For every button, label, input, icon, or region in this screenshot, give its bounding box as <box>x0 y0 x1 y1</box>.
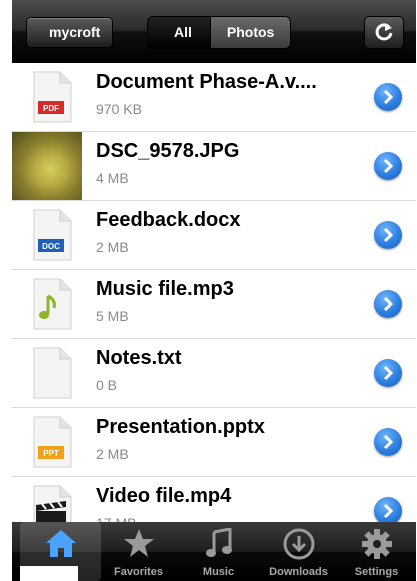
detail-disclosure-icon[interactable] <box>374 83 402 111</box>
ppt-badge-text: PPT <box>43 449 59 458</box>
detail-disclosure-icon[interactable] <box>374 428 402 456</box>
back-button[interactable]: mycroft <box>26 17 114 48</box>
star-icon <box>123 529 154 557</box>
file-size: 970 KB <box>96 101 142 117</box>
tab-music[interactable]: Music <box>178 522 259 581</box>
refresh-icon <box>375 23 393 41</box>
ppt-file-icon: PPT <box>33 416 72 468</box>
text-file-icon <box>33 347 72 399</box>
music-file-icon <box>33 278 72 330</box>
tab-favorites-label: Favorites <box>114 566 163 578</box>
tab-downloads-label: Downloads <box>269 566 328 578</box>
detail-disclosure-icon[interactable] <box>374 152 402 180</box>
tab-settings-label: Settings <box>354 566 399 578</box>
tab-downloads[interactable]: Downloads <box>258 522 339 581</box>
file-name: Notes.txt <box>96 347 182 369</box>
gear-icon <box>361 529 392 559</box>
file-name: Feedback.docx <box>96 209 241 231</box>
detail-disclosure-icon[interactable] <box>374 290 402 318</box>
doc-badge-text: DOC <box>42 242 60 251</box>
segment-photos[interactable]: Photos <box>209 17 291 48</box>
segment-all[interactable]: All <box>148 17 210 48</box>
pdf-file-icon: PDF <box>33 71 72 123</box>
home-tab-label-box <box>20 566 78 581</box>
file-size: 2 MB <box>96 239 129 255</box>
pdf-badge-text: PDF <box>43 104 59 113</box>
segmented-control: All Photos <box>147 16 292 49</box>
photo-thumbnail <box>12 132 82 200</box>
tab-settings[interactable]: Settings <box>336 522 416 581</box>
home-icon <box>45 530 76 557</box>
detail-disclosure-icon[interactable] <box>374 497 402 525</box>
file-name: Music file.mp3 <box>96 278 234 300</box>
download-icon <box>283 528 314 560</box>
list-item[interactable]: PDF Document Phase-A.v.... 970 KB <box>12 63 416 132</box>
tab-favorites[interactable]: Favorites <box>98 522 179 581</box>
file-name: DSC_9578.JPG <box>96 140 240 162</box>
file-size: 4 MB <box>96 170 129 186</box>
file-size: 5 MB <box>96 308 129 324</box>
tab-music-label: Music <box>202 566 235 578</box>
file-name: Presentation.pptx <box>96 416 265 438</box>
file-list: PDF Document Phase-A.v.... 970 KB DSC_95… <box>12 63 416 546</box>
file-size: 0 B <box>96 377 118 393</box>
file-size: 2 MB <box>96 446 129 462</box>
navigation-bar: mycroft All Photos <box>12 0 416 63</box>
detail-disclosure-icon[interactable] <box>374 221 402 249</box>
list-item[interactable]: DSC_9578.JPG 4 MB <box>12 132 416 201</box>
list-item[interactable]: Music file.mp3 5 MB <box>12 270 416 339</box>
music-note-icon <box>205 528 232 557</box>
app-frame: mycroft All Photos PDF Document Phase-A.… <box>12 0 416 581</box>
doc-file-icon: DOC <box>33 209 72 261</box>
refresh-button[interactable] <box>364 16 404 49</box>
list-item[interactable]: Notes.txt 0 B <box>12 339 416 408</box>
file-name: Document Phase-A.v.... <box>96 71 317 93</box>
file-name: Video file.mp4 <box>96 485 232 507</box>
detail-disclosure-icon[interactable] <box>374 359 402 387</box>
list-item[interactable]: DOC Feedback.docx 2 MB <box>12 201 416 270</box>
list-item[interactable]: PPT Presentation.pptx 2 MB <box>12 408 416 477</box>
